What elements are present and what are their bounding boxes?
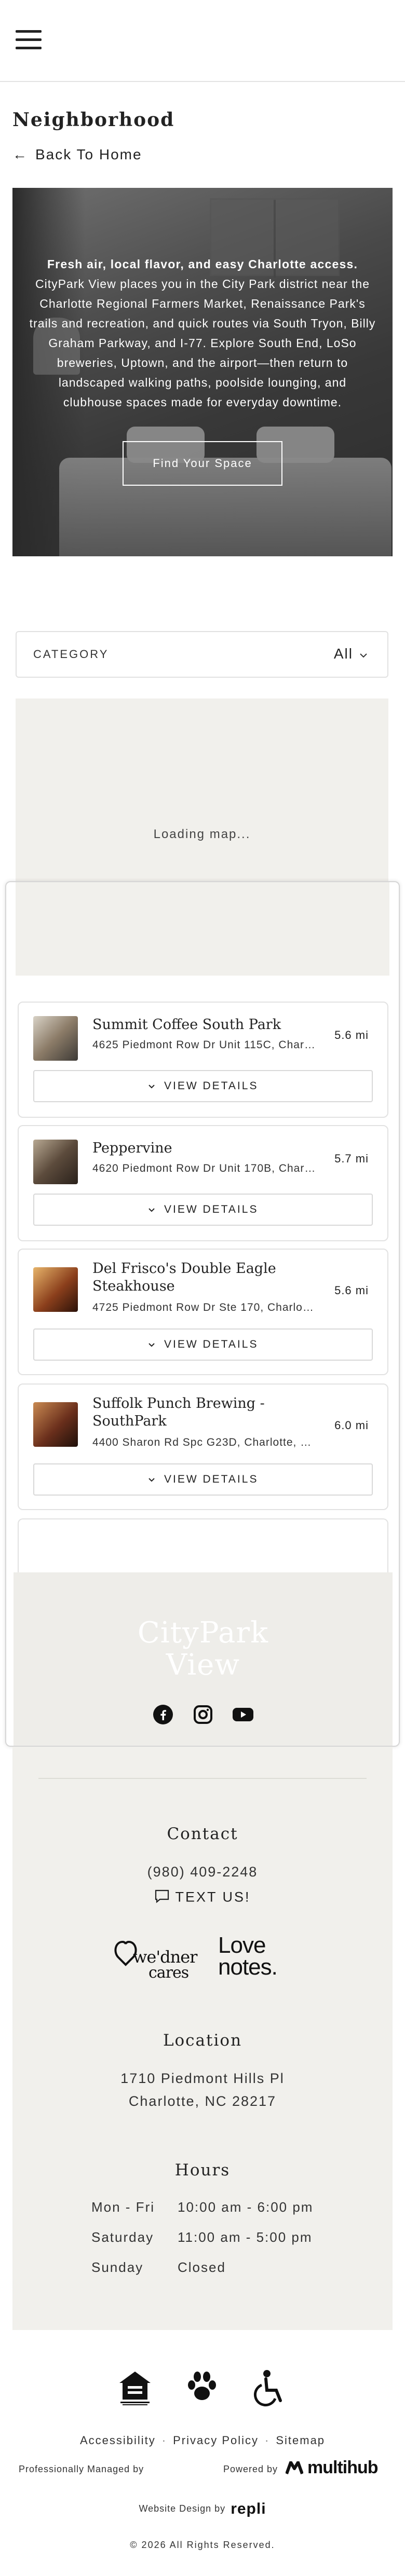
place-card: Peppervine 4620 Piedmont Row Dr Unit 170… — [18, 1125, 388, 1241]
place-address: 4400 Sharon Rd Spc G23D, Charlotte, NC — [92, 1436, 316, 1448]
sitemap-link[interactable]: Sitemap — [276, 2434, 325, 2447]
hours-time: 10:00 am - 6:00 pm — [178, 2199, 314, 2215]
place-name: Summit Coffee South Park — [92, 1017, 281, 1033]
hamburger-menu-icon[interactable] — [16, 29, 43, 50]
place-name: Peppervine — [92, 1140, 172, 1156]
site-footer: Contact (980) 409-2248 TEXT US! we'dner … — [12, 1747, 393, 2330]
hours-time: 11:00 am - 5:00 pm — [178, 2229, 313, 2245]
multihub-text: multihub — [307, 2458, 379, 2477]
chevron-down-icon — [148, 1341, 159, 1350]
map-loading-text: Loading map... — [153, 827, 251, 841]
address-line1: 1710 Piedmont Hills Pl — [120, 2071, 285, 2086]
place-thumbnail — [33, 1267, 78, 1312]
hours-day: Mon - Fri — [91, 2199, 155, 2215]
hours-heading: Hours — [174, 2161, 231, 2180]
chat-bubble-icon — [154, 1889, 170, 1907]
view-details-label: VIEW DETAILS — [164, 1203, 259, 1215]
facebook-icon[interactable] — [152, 1703, 174, 1726]
text-us-link[interactable]: TEXT US! — [12, 1889, 393, 1907]
place-card-partial — [18, 1518, 388, 1581]
repli-logo[interactable]: repli — [231, 2500, 266, 2517]
page: Neighborhood ← Back To Home Fresh air, l… — [0, 0, 405, 2576]
hours-time: Closed — [178, 2259, 226, 2275]
instagram-icon[interactable] — [192, 1703, 214, 1726]
brand-block: CityPark View — [14, 1572, 393, 1746]
category-filter[interactable]: CATEGORY All — [16, 631, 388, 678]
place-distance: 5.6 mi — [334, 1029, 369, 1042]
arrow-left-icon: ← — [12, 146, 28, 162]
view-details-button[interactable]: VIEW DETAILS — [33, 1070, 373, 1102]
place-distance: 6.0 mi — [334, 1419, 369, 1432]
wedner-line2: cares — [148, 1964, 189, 1982]
brand-logo-line2: View — [166, 1648, 240, 1682]
view-details-button[interactable]: VIEW DETAILS — [33, 1194, 373, 1226]
privacy-policy-link[interactable]: Privacy Policy — [173, 2434, 259, 2447]
multihub-mark-icon — [286, 2461, 303, 2474]
hero-banner: Fresh air, local flavor, and easy Charlo… — [12, 188, 393, 556]
accessibility-link[interactable]: Accessibility — [80, 2434, 156, 2447]
view-details-label: VIEW DETAILS — [164, 1080, 259, 1092]
back-to-home-link[interactable]: ← Back To Home — [12, 146, 142, 163]
category-label: CATEGORY — [33, 648, 109, 661]
separator: · — [265, 2434, 270, 2447]
location-heading: Location — [163, 2031, 242, 2050]
hours-day: Saturday — [91, 2229, 154, 2245]
address-line2: Charlotte, NC 28217 — [128, 2093, 277, 2109]
powered-by-text: Powered by — [223, 2464, 278, 2474]
category-value: All — [333, 646, 353, 662]
place-name: Suffolk Punch Brewing - SouthPark — [92, 1395, 265, 1429]
place-address: 4625 Piedmont Row Dr Unit 115C, Charlott… — [92, 1039, 316, 1051]
brand-logo-line1: CityPark — [137, 1616, 269, 1650]
youtube-icon[interactable] — [232, 1703, 254, 1726]
place-address: 4620 Piedmont Row Dr Unit 170B, Charlott… — [92, 1162, 316, 1174]
love-line2: notes. — [218, 1954, 278, 1980]
multihub-logo[interactable]: multihub — [286, 2458, 379, 2478]
place-distance: 5.7 mi — [334, 1152, 369, 1165]
place-card: Suffolk Punch Brewing - SouthPark 4400 S… — [18, 1383, 388, 1510]
wedner-cares-logo: we'dner cares — [110, 1937, 209, 1983]
chevron-down-icon — [148, 1206, 159, 1215]
design-text: Website Design by — [139, 2503, 226, 2514]
place-thumbnail — [33, 1016, 78, 1061]
map-area-overlap — [16, 882, 389, 976]
accessibility-icon — [251, 2369, 288, 2409]
managed-by-text: Professionally Managed by — [19, 2464, 144, 2474]
find-your-space-button[interactable]: Find Your Space — [123, 441, 282, 486]
contact-heading: Contact — [167, 1825, 238, 1843]
love-notes-logo: Love notes. — [218, 1933, 301, 1984]
places-panel: Summit Coffee South Park 4625 Piedmont R… — [5, 881, 400, 1747]
website-design-credit: Website Design by repli — [0, 2500, 405, 2518]
phone-link[interactable]: (980) 409-2248 — [12, 1864, 393, 1880]
legal-links: Accessibility · Privacy Policy · Sitemap — [0, 2434, 405, 2447]
place-thumbnail — [33, 1140, 78, 1184]
chevron-down-icon — [148, 1476, 159, 1485]
equal-housing-icon — [117, 2369, 154, 2409]
back-link-label: Back To Home — [35, 146, 142, 162]
text-us-label: TEXT US! — [175, 1889, 251, 1905]
separator: · — [161, 2434, 167, 2447]
place-address: 4725 Piedmont Row Dr Ste 170, Charlotte,… — [92, 1301, 316, 1313]
chevron-down-icon — [148, 1083, 159, 1091]
site-header — [0, 0, 405, 82]
hero-headline: Fresh air, local flavor, and easy Charlo… — [47, 257, 358, 271]
view-details-label: VIEW DETAILS — [164, 1473, 259, 1485]
chevron-down-icon — [359, 650, 368, 662]
view-details-button[interactable]: VIEW DETAILS — [33, 1463, 373, 1496]
copyright: © 2026 All Rights Reserved. — [130, 2540, 275, 2550]
hero-copy: Fresh air, local flavor, and easy Charlo… — [28, 254, 377, 412]
hours-day: Sunday — [91, 2259, 144, 2275]
view-details-label: VIEW DETAILS — [164, 1338, 259, 1350]
place-thumbnail — [33, 1402, 78, 1447]
hero-body: CityPark View places you in the City Par… — [29, 277, 376, 409]
pet-friendly-paw-icon — [185, 2369, 221, 2409]
footer-divider — [38, 1778, 367, 1779]
place-card: Summit Coffee South Park 4625 Piedmont R… — [18, 1002, 388, 1118]
place-card: Del Frisco's Double Eagle Steakhouse 472… — [18, 1249, 388, 1375]
page-title: Neighborhood — [12, 109, 175, 131]
place-distance: 5.6 mi — [334, 1284, 369, 1297]
place-name: Del Frisco's Double Eagle Steakhouse — [92, 1260, 276, 1294]
view-details-button[interactable]: VIEW DETAILS — [33, 1328, 373, 1361]
